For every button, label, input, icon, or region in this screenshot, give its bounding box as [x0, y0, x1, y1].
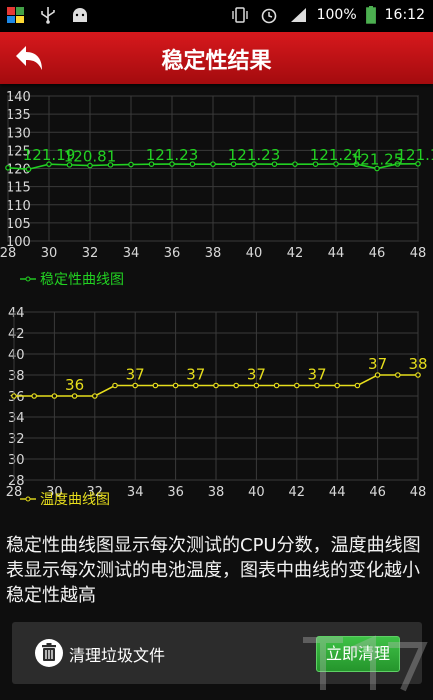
- data-point: [112, 382, 118, 389]
- x-tick-label: 44: [329, 485, 346, 500]
- data-point: [128, 161, 134, 168]
- app-bar: 稳定性结果: [0, 32, 433, 84]
- data-point: [273, 382, 280, 389]
- data-point: [5, 164, 11, 171]
- battery-icon: [365, 6, 376, 24]
- x-tick-label: 30: [41, 246, 58, 261]
- data-point: [193, 382, 199, 389]
- x-tick-label: 44: [328, 246, 345, 261]
- legend-label: 稳定性曲线图: [40, 272, 124, 288]
- data-point: [233, 382, 240, 389]
- x-tick-label: 38: [205, 246, 222, 261]
- stability-chart: 14013513012512011511010510028 30 32 34 36 38 4…: [0, 90, 433, 288]
- y-tick-label: 110: [6, 199, 31, 214]
- y-tick-label: 42: [8, 327, 25, 342]
- status-bar: 100% 16:12: [0, 0, 433, 32]
- data-point: [132, 382, 139, 389]
- x-tick-label: 36: [167, 485, 184, 500]
- watermark-logo: [303, 635, 428, 692]
- x-tick-label: 46: [369, 246, 386, 261]
- legend-label: 温度曲线图: [40, 492, 110, 508]
- legend-marker: [25, 276, 31, 282]
- x-tick-label: 46: [369, 485, 386, 500]
- data-point: [25, 166, 32, 173]
- data-point: [292, 161, 298, 167]
- clean-junk-label: 清理垃圾文件: [69, 646, 166, 665]
- data-point: [213, 382, 219, 389]
- x-tick-label: 42: [287, 246, 304, 261]
- x-tick-label: 48: [410, 246, 427, 261]
- data-point: [210, 161, 216, 167]
- data-point: [394, 372, 401, 378]
- data-label: 121.23: [228, 146, 281, 164]
- x-tick-label: 40: [246, 246, 263, 261]
- y-tick-label: 34: [8, 411, 25, 426]
- data-point: [415, 372, 421, 378]
- x-tick-label: 28: [6, 485, 23, 500]
- vibrate-icon: [231, 7, 248, 23]
- data-point: [374, 372, 381, 378]
- app-notification-icon: [7, 7, 24, 23]
- y-tick-label: 140: [6, 90, 31, 105]
- data-point: [71, 393, 78, 399]
- data-label: 120.81: [64, 148, 117, 166]
- x-tick-label: 40: [248, 485, 265, 500]
- data-label: 37: [186, 366, 205, 384]
- x-tick-label: 34: [127, 485, 144, 500]
- y-tick-label: 135: [6, 108, 31, 123]
- y-tick-label: 40: [8, 348, 25, 363]
- data-label: 121.23: [146, 146, 199, 164]
- data-label: 121.25: [351, 151, 404, 169]
- data-point: [152, 382, 159, 389]
- alarm-icon: [261, 8, 276, 24]
- data-point: [354, 382, 361, 389]
- x-tick-label: 28: [0, 246, 16, 261]
- clock: 16:12: [384, 7, 425, 23]
- data-label: 37: [126, 366, 145, 384]
- data-point: [293, 382, 300, 389]
- y-tick-label: 44: [8, 306, 25, 321]
- x-tick-label: 36: [164, 246, 181, 261]
- description-text: 稳定性曲线图显示每次测试的CPU分数，温度曲线图表显示每次测试的电池温度，图表中…: [6, 535, 421, 606]
- temperature-chart: 4442403836343230282830323436384042444648…: [6, 306, 428, 508]
- x-tick-label: 34: [123, 246, 140, 261]
- data-point: [31, 393, 38, 399]
- data-point: [11, 393, 17, 399]
- x-tick-label: 48: [410, 485, 427, 500]
- data-label: 36: [65, 376, 84, 394]
- data-label: 37: [368, 355, 387, 373]
- page-title: 稳定性结果: [161, 49, 272, 74]
- x-tick-label: 32: [82, 246, 99, 261]
- y-tick-label: 130: [6, 126, 31, 141]
- usb-icon: [41, 7, 55, 24]
- data-point: [172, 382, 179, 389]
- y-tick-label: 30: [8, 453, 25, 468]
- x-tick-label: 38: [208, 485, 225, 500]
- data-point: [253, 382, 260, 389]
- data-label: 38: [408, 355, 427, 373]
- android-debug-icon: [73, 8, 87, 22]
- signal-icon: [290, 8, 306, 22]
- y-tick-label: 38: [8, 369, 25, 384]
- data-label: 37: [307, 366, 326, 384]
- trash-icon: [35, 639, 63, 667]
- data-point: [51, 393, 58, 399]
- data-point: [92, 393, 98, 399]
- y-tick-label: 105: [6, 217, 31, 232]
- data-label: 121.1: [397, 146, 433, 164]
- y-tick-label: 32: [8, 432, 25, 447]
- x-tick-label: 42: [289, 485, 306, 500]
- data-point: [334, 382, 341, 389]
- y-tick-label: 115: [6, 181, 31, 196]
- battery-percent: 100%: [316, 7, 357, 23]
- data-point: [314, 382, 320, 389]
- legend-marker: [25, 496, 31, 502]
- data-label: 37: [247, 366, 266, 384]
